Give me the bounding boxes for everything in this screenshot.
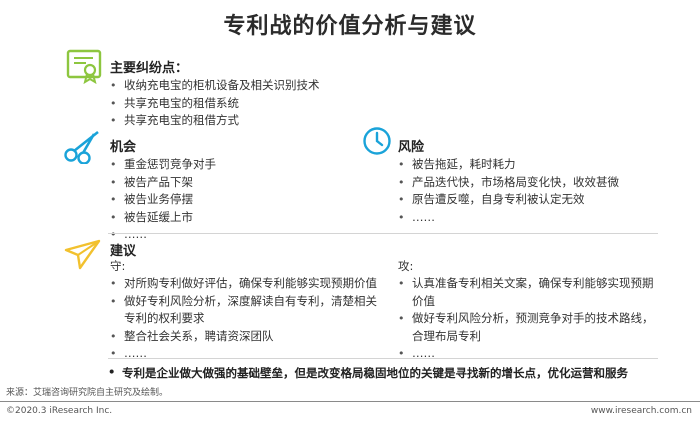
defense-label: 守: (110, 259, 126, 273)
list-item: 整合社会关系，聘请资深团队 (110, 328, 378, 346)
list-item: 原告遭反噬，自身专利被认定无效 (398, 191, 619, 209)
list-item: 认真准备专利相关文案，确保专利能够实现预期价值 (398, 275, 660, 310)
list-item: 被告产品下架 (110, 174, 216, 192)
disputes-heading: 主要纠纷点： (110, 61, 189, 76)
copyright: ©2020.3 iResearch Inc. (6, 406, 113, 416)
conclusion-divider (108, 358, 658, 359)
risk-list: 被告拖延，耗时耗力 产品迭代快，市场格局变化快，收效甚微 原告遭反噬，自身专利被… (398, 156, 619, 226)
list-item: 收纳充电宝的柜机设备及相关识别技术 (110, 77, 320, 95)
list-item: 对所购专利做好评估，确保专利能够实现预期价值 (110, 275, 378, 293)
list-item: …… (110, 345, 378, 363)
list-item: 共享充电宝的租借系统 (110, 95, 320, 113)
list-item: 产品迭代快，市场格局变化快，收效甚微 (398, 174, 619, 192)
list-item: 做好专利风险分析，深度解读自有专利，清楚相关专利的权利要求 (110, 293, 378, 328)
list-item: …… (398, 345, 660, 363)
opportunity-list: 重金惩罚竞争对手 被告产品下架 被告业务停摆 被告延缓上市 …… (110, 156, 216, 244)
list-item: 做好专利风险分析，预测竞争对手的技术路线，合理布局专利 (398, 310, 660, 345)
disputes-list: 收纳充电宝的柜机设备及相关识别技术 共享充电宝的租借系统 共享充电宝的租借方式 (110, 77, 320, 130)
scissors-icon (64, 130, 99, 164)
website-link[interactable]: www.iresearch.com.cn (591, 406, 692, 416)
list-item: …… (398, 209, 619, 227)
source-note: 来源：艾瑞咨询研究院自主研究及绘制。 (6, 388, 169, 398)
list-item: 重金惩罚竞争对手 (110, 156, 216, 174)
list-item: 被告拖延，耗时耗力 (398, 156, 619, 174)
page-title: 专利战的价值分析与建议 (223, 14, 477, 39)
list-item: 被告延缓上市 (110, 209, 216, 227)
list-item: 共享充电宝的租借方式 (110, 112, 320, 130)
paper-plane-icon (64, 239, 101, 270)
opportunity-heading: 机会 (110, 140, 137, 155)
offense-label: 攻: (398, 259, 414, 273)
offense-list: 认真准备专利相关文案，确保专利能够实现预期价值 做好专利风险分析，预测竞争对手的… (398, 275, 660, 363)
advice-heading: 建议 (110, 244, 137, 259)
certificate-icon (66, 49, 102, 84)
clock-icon (363, 127, 391, 155)
list-item: 被告业务停摆 (110, 191, 216, 209)
conclusion-text: 专利是企业做大做强的基础壁垒，但是改变格局稳固地位的关键是寻找新的增长点，优化运… (108, 365, 628, 381)
risk-heading: 风险 (398, 140, 425, 155)
section-divider (108, 233, 658, 234)
defense-list: 对所购专利做好评估，确保专利能够实现预期价值 做好专利风险分析，深度解读自有专利… (110, 275, 378, 363)
footer-divider (0, 401, 700, 402)
